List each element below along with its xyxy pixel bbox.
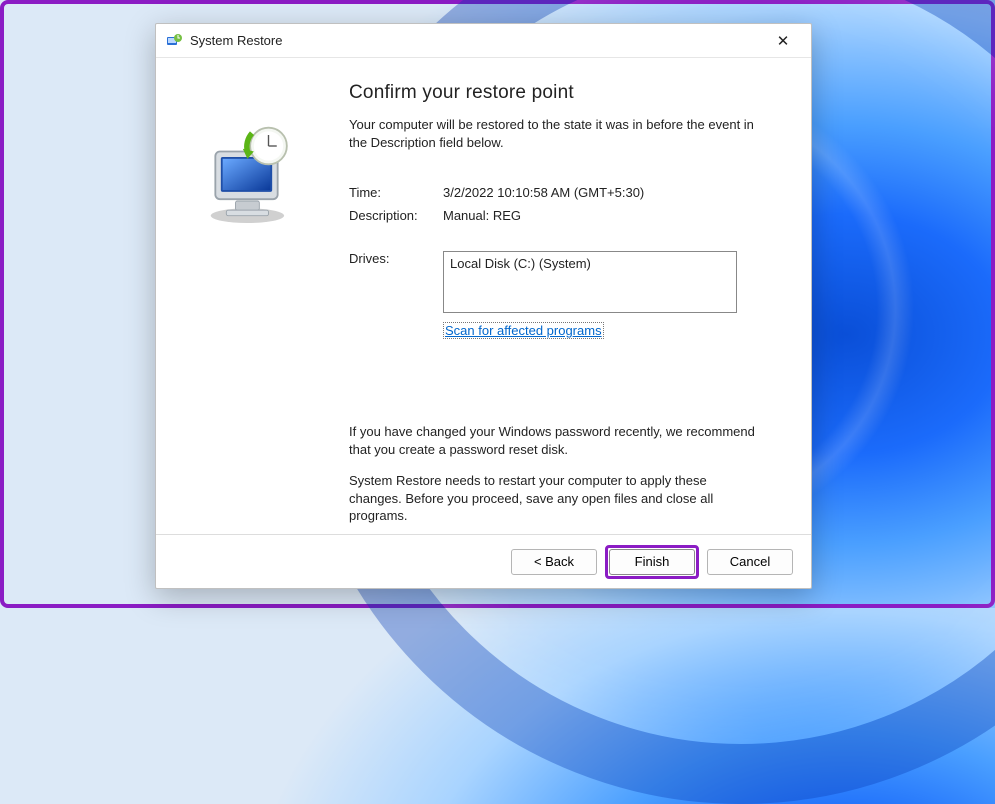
dialog-footer: < Back Finish Cancel [156,534,811,588]
time-value: 3/2/2022 10:10:58 AM (GMT+5:30) [443,185,783,200]
titlebar: System Restore ✕ [156,24,811,58]
wizard-sidebar [164,76,339,534]
back-button[interactable]: < Back [511,549,597,575]
drives-label: Drives: [349,251,443,266]
page-heading: Confirm your restore point [349,82,783,104]
intro-text: Your computer will be restored to the st… [349,116,783,151]
drives-listbox[interactable]: Local Disk (C:) (System) [443,251,737,313]
cancel-button[interactable]: Cancel [707,549,793,575]
finish-button-highlight: Finish [605,545,699,579]
restart-warning-text: System Restore needs to restart your com… [349,472,783,525]
close-button[interactable]: ✕ [765,27,801,55]
time-label: Time: [349,185,443,200]
restore-computer-icon [197,124,307,234]
description-value: Manual: REG [443,208,783,223]
password-warning-text: If you have changed your Windows passwor… [349,423,783,458]
drive-item[interactable]: Local Disk (C:) (System) [450,256,730,271]
description-label: Description: [349,208,443,223]
window-title: System Restore [190,33,282,48]
scan-affected-programs-link[interactable]: Scan for affected programs [443,322,604,339]
system-restore-icon [166,33,182,49]
finish-button[interactable]: Finish [609,549,695,575]
system-restore-dialog: System Restore ✕ [155,23,812,589]
close-icon: ✕ [777,32,790,50]
